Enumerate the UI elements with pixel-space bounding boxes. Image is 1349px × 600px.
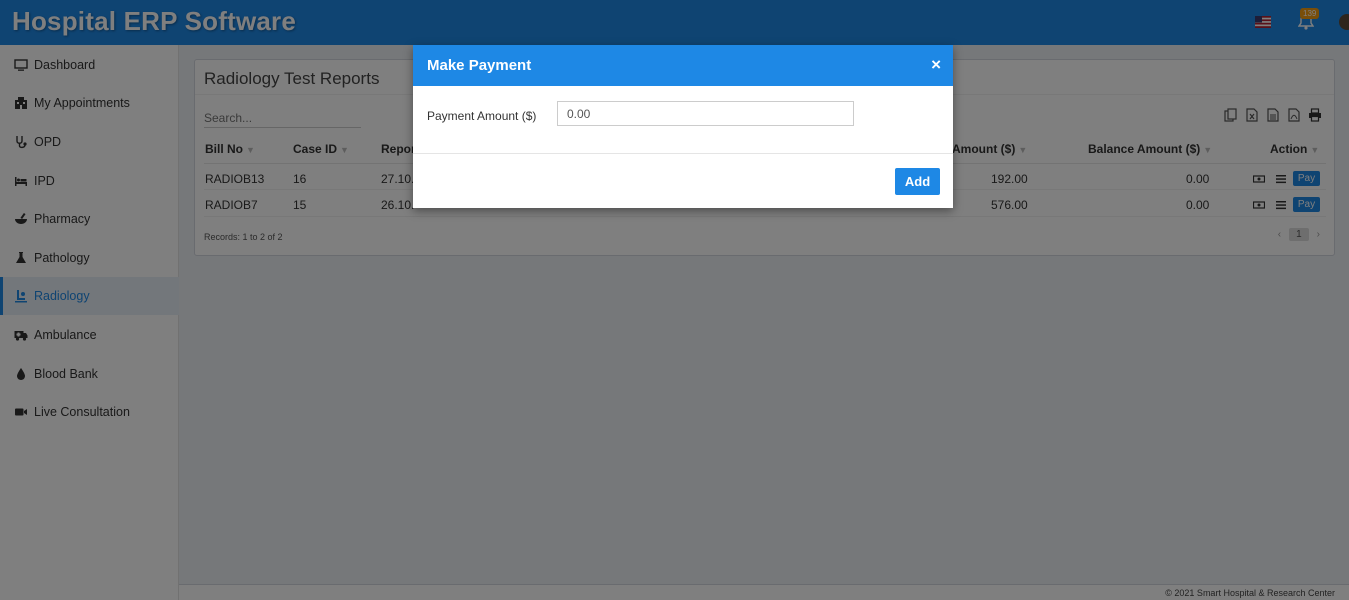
- divider: [413, 153, 953, 154]
- add-button[interactable]: Add: [895, 168, 940, 195]
- payment-amount-label: Payment Amount ($): [427, 109, 537, 123]
- modal-header: Make Payment ×: [413, 45, 953, 86]
- make-payment-modal: Make Payment × Payment Amount ($) Add: [413, 45, 953, 208]
- close-icon[interactable]: ×: [931, 56, 941, 74]
- modal-title: Make Payment: [427, 57, 532, 74]
- payment-amount-input[interactable]: [557, 101, 854, 126]
